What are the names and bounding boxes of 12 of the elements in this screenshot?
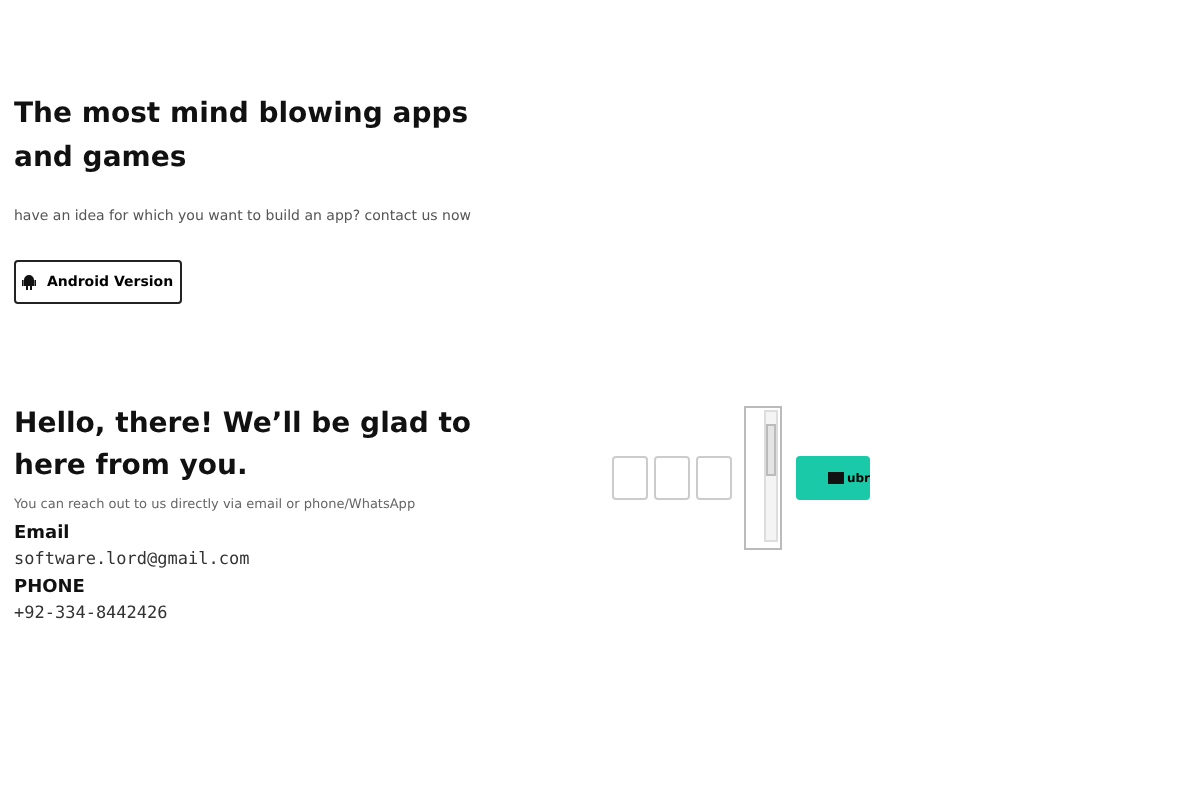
contact-label: PHONE [14,578,87,598]
hero-heading: The most mind blowing apps and games [14,96,471,178]
contact-label: Email [14,524,72,544]
contact-heading: Hello, there! We’ll be glad to here from you. [14,406,474,486]
contact-value: +92-334-8442426 [14,604,170,624]
message-textarea[interactable] [744,406,782,550]
scrollbar[interactable] [764,410,778,542]
android-icon [22,274,37,290]
input-field[interactable] [654,456,690,500]
input-field[interactable] [696,456,732,500]
contact-value: software.lord@gmail.com [14,550,252,570]
input-field[interactable] [612,456,648,500]
